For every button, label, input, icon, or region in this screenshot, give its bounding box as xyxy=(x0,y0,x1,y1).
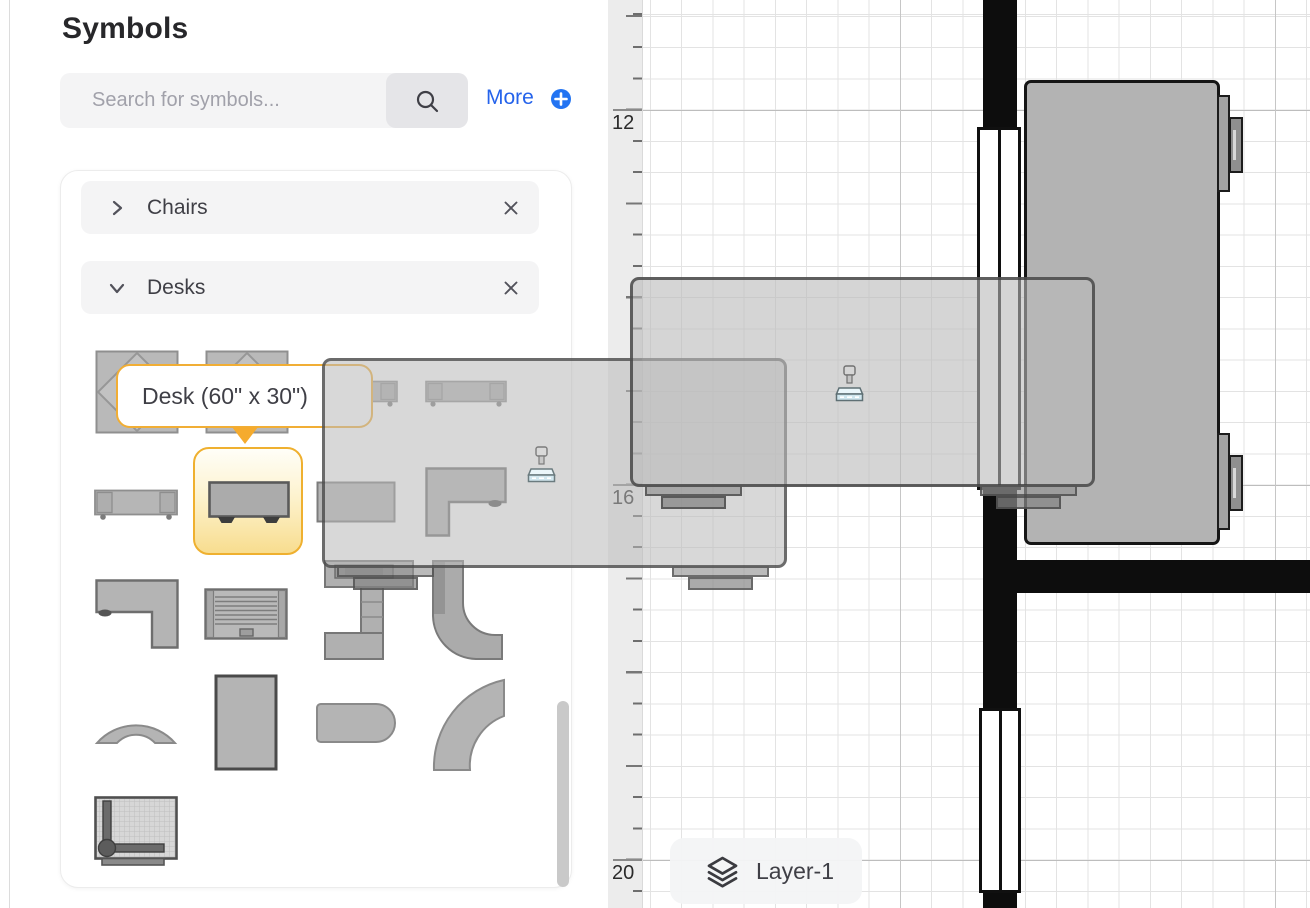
category-desks-label: Desks xyxy=(147,276,205,300)
placed-desk-60x30[interactable] xyxy=(1024,80,1246,545)
symbol-desk-front-wide[interactable] xyxy=(94,488,178,525)
symbol-rounded-end-desk[interactable] xyxy=(316,703,396,743)
search-button[interactable] xyxy=(386,73,468,128)
category-chairs[interactable]: Chairs xyxy=(81,181,539,234)
symbols-scrollbar[interactable] xyxy=(557,701,569,887)
panel-edge-divider xyxy=(9,0,10,908)
symbol-l-desk-left-return[interactable] xyxy=(425,467,507,542)
ruler-label: 12 xyxy=(612,112,642,135)
symbol-tooltip: Desk (60" x 30") xyxy=(116,364,373,428)
desk-foot-detail xyxy=(1233,130,1236,160)
search-icon xyxy=(413,87,441,115)
symbol-cubicle-workstation[interactable] xyxy=(316,559,420,666)
symbol-tooltip-text: Desk (60" x 30") xyxy=(142,383,308,410)
layer-button[interactable]: Layer-1 xyxy=(670,838,862,904)
symbol-desk-rect[interactable] xyxy=(316,481,396,528)
window-upper[interactable] xyxy=(977,127,1021,490)
category-chairs-label: Chairs xyxy=(147,196,208,220)
window-pane-divider xyxy=(999,711,1002,890)
chevron-down-icon[interactable] xyxy=(105,276,129,300)
page-title: Symbols xyxy=(62,12,188,46)
add-plus-icon[interactable] xyxy=(550,88,572,115)
desk-foot xyxy=(1229,455,1243,511)
canvas-grid[interactable] xyxy=(643,0,1310,908)
drawing-canvas[interactable]: 12 16 20 xyxy=(608,0,1310,908)
layers-icon xyxy=(704,853,741,890)
symbol-rolltop-desk[interactable] xyxy=(204,588,288,645)
vertical-ruler: 12 16 20 xyxy=(608,0,643,908)
symbol-desk-60x30-selected[interactable] xyxy=(193,447,303,555)
window-lower[interactable] xyxy=(979,708,1021,893)
tooltip-pointer xyxy=(232,427,258,444)
desk-foot xyxy=(1229,117,1243,173)
symbol-library-card: Chairs Desks xyxy=(60,170,572,888)
ruler-label: 16 xyxy=(612,487,642,510)
more-symbols-link[interactable]: More xyxy=(486,86,534,110)
layer-button-label: Layer-1 xyxy=(756,858,834,885)
category-desks[interactable]: Desks xyxy=(81,261,539,314)
ruler-major-ticks xyxy=(613,0,642,908)
symbol-desk-front[interactable] xyxy=(425,379,507,412)
app-root: { "panel": { "title": "Symbols", "search… xyxy=(0,0,1310,908)
symbol-j-curve-desk[interactable] xyxy=(426,559,504,666)
wall-horizontal[interactable] xyxy=(983,560,1310,593)
chevron-right-icon[interactable] xyxy=(105,196,129,220)
symbol-drafting-table[interactable] xyxy=(94,796,178,871)
desk-foot-detail xyxy=(1233,468,1236,498)
symbol-curved-arc-desk[interactable] xyxy=(94,701,178,750)
symbol-quarter-ring-desk[interactable] xyxy=(426,673,506,776)
close-icon[interactable] xyxy=(499,276,523,300)
symbol-tall-rect-desk[interactable] xyxy=(214,674,278,776)
symbol-l-desk-right-return[interactable] xyxy=(95,579,179,654)
close-icon[interactable] xyxy=(499,196,523,220)
ruler-label: 20 xyxy=(612,862,642,885)
window-pane-divider xyxy=(998,130,1001,487)
desk-top xyxy=(1024,80,1220,545)
